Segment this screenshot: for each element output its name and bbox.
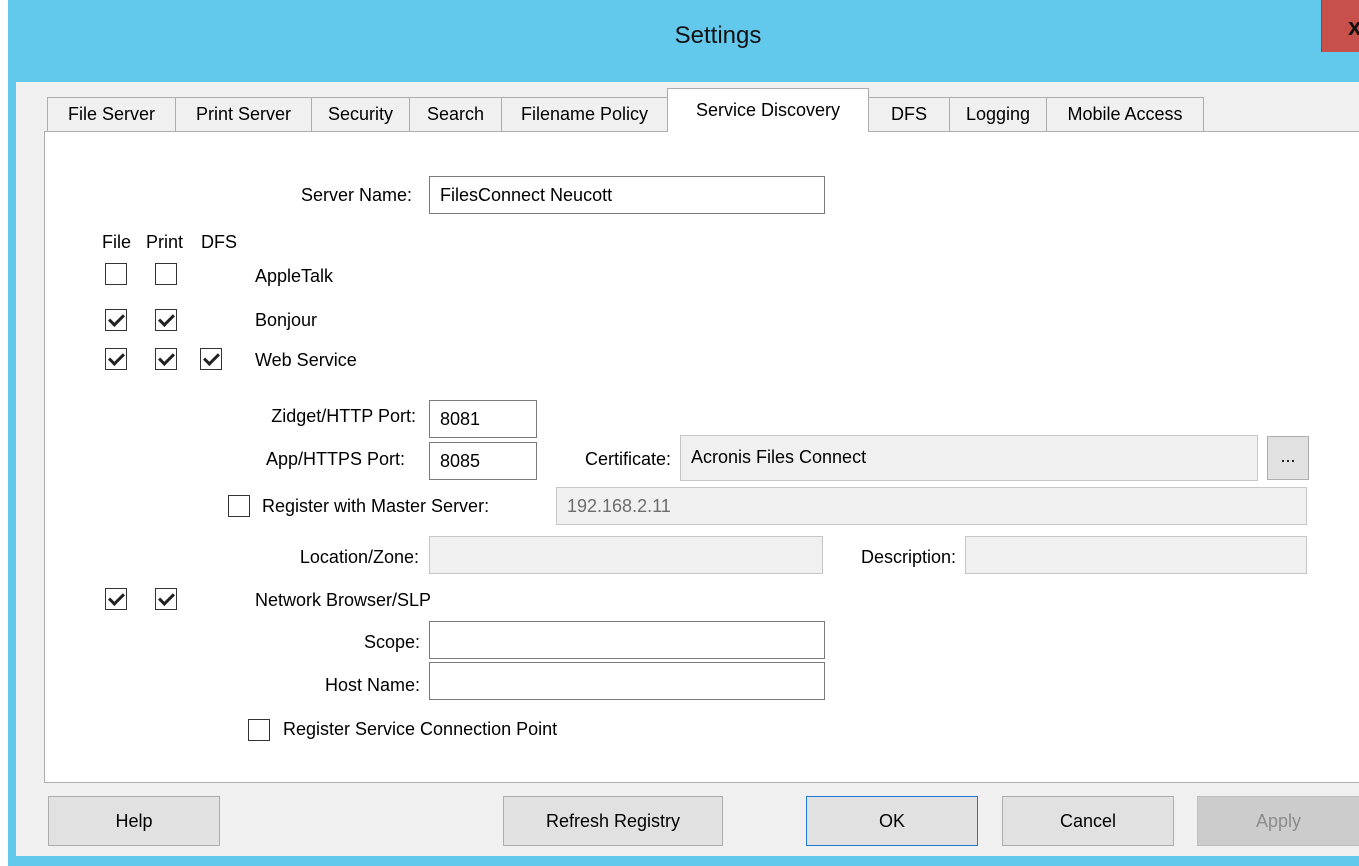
web-service-label: Web Service bbox=[255, 350, 357, 370]
https-port-input[interactable]: 8085 bbox=[429, 442, 537, 480]
apply-button[interactable]: Apply bbox=[1197, 796, 1359, 846]
close-icon: x bbox=[1348, 14, 1359, 41]
location-zone-input[interactable] bbox=[429, 536, 823, 574]
slp-file-checkbox[interactable] bbox=[105, 588, 127, 610]
bonjour-print-checkbox[interactable] bbox=[155, 309, 177, 331]
slp-print-checkbox[interactable] bbox=[155, 588, 177, 610]
column-file-header: File bbox=[102, 232, 132, 252]
bonjour-file-checkbox[interactable] bbox=[105, 309, 127, 331]
https-port-label: App/HTTPS Port: bbox=[265, 449, 405, 469]
tab-service-discovery[interactable]: Service Discovery bbox=[667, 88, 869, 132]
tab-file-server[interactable]: File Server bbox=[47, 97, 176, 131]
close-button[interactable]: x bbox=[1321, 0, 1359, 52]
cancel-button[interactable]: Cancel bbox=[1002, 796, 1174, 846]
tab-filename-policy[interactable]: Filename Policy bbox=[501, 97, 668, 131]
appletalk-label: AppleTalk bbox=[255, 266, 334, 286]
help-button[interactable]: Help bbox=[48, 796, 220, 846]
window-title: Settings bbox=[674, 22, 762, 49]
tab-print-server[interactable]: Print Server bbox=[175, 97, 312, 131]
web-service-print-checkbox[interactable] bbox=[155, 348, 177, 370]
register-scp-label: Register Service Connection Point bbox=[283, 719, 558, 739]
appletalk-print-checkbox[interactable] bbox=[155, 263, 177, 285]
network-browser-label: Network Browser/SLP bbox=[255, 590, 432, 610]
tab-logging[interactable]: Logging bbox=[949, 97, 1047, 131]
tab-mobile-access[interactable]: Mobile Access bbox=[1046, 97, 1204, 131]
server-name-input[interactable]: FilesConnect Neucott bbox=[429, 176, 825, 214]
appletalk-file-checkbox[interactable] bbox=[105, 263, 127, 285]
certificate-browse-button[interactable]: ... bbox=[1267, 436, 1309, 480]
register-master-label: Register with Master Server: bbox=[262, 496, 490, 516]
tab-search[interactable]: Search bbox=[409, 97, 502, 131]
server-name-label: Server Name: bbox=[300, 185, 412, 205]
ok-button[interactable]: OK bbox=[806, 796, 978, 846]
register-scp-checkbox[interactable] bbox=[248, 719, 270, 741]
column-dfs-header: DFS bbox=[201, 232, 237, 252]
http-port-input[interactable]: 8081 bbox=[429, 400, 537, 438]
refresh-registry-button[interactable]: Refresh Registry bbox=[503, 796, 723, 846]
scope-label: Scope: bbox=[363, 632, 420, 652]
bonjour-label: Bonjour bbox=[255, 310, 318, 330]
register-master-checkbox[interactable] bbox=[228, 495, 250, 517]
tab-security[interactable]: Security bbox=[311, 97, 410, 131]
web-service-dfs-checkbox[interactable] bbox=[200, 348, 222, 370]
certificate-field: Acronis Files Connect bbox=[680, 435, 1258, 481]
certificate-label: Certificate: bbox=[584, 449, 671, 469]
host-name-label: Host Name: bbox=[324, 675, 420, 695]
location-zone-label: Location/Zone: bbox=[299, 547, 419, 567]
description-label: Description: bbox=[860, 547, 956, 567]
http-port-label: Zidget/HTTP Port: bbox=[271, 406, 416, 426]
title-bar[interactable]: Settings bbox=[8, 0, 1359, 82]
column-print-header: Print bbox=[146, 232, 184, 252]
host-name-input[interactable] bbox=[429, 662, 825, 700]
description-input[interactable] bbox=[965, 536, 1307, 574]
scope-input[interactable] bbox=[429, 621, 825, 659]
tab-dfs[interactable]: DFS bbox=[868, 97, 950, 131]
master-server-input[interactable]: 192.168.2.11 bbox=[556, 487, 1307, 525]
web-service-file-checkbox[interactable] bbox=[105, 348, 127, 370]
